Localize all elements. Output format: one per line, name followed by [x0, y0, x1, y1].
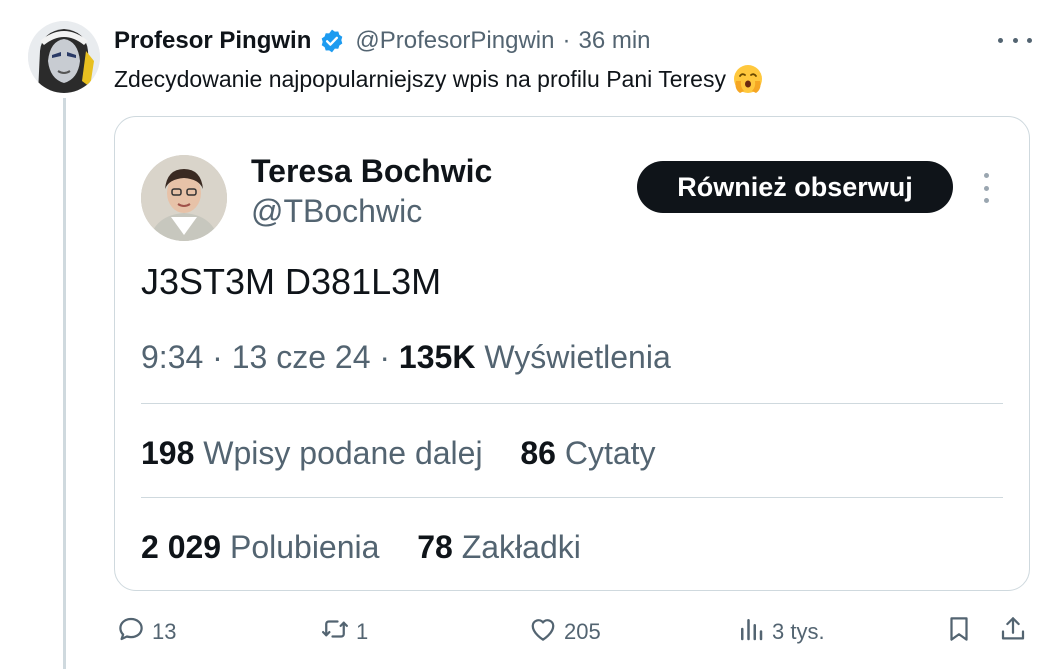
reply-icon — [116, 614, 146, 650]
more-icon[interactable] — [981, 173, 991, 203]
bookmarks-stat[interactable]: 78 Zakładki — [417, 529, 581, 565]
post-text: Zdecydowanie najpopularniejszy wpis na p… — [114, 64, 764, 94]
views-count: 3 tys. — [772, 619, 825, 644]
like-button[interactable]: 205 — [528, 612, 601, 652]
bookmark-icon — [944, 614, 974, 650]
quoted-time[interactable]: 9:34 — [141, 339, 203, 375]
retweet-button[interactable]: 1 — [320, 612, 368, 652]
likes-stat[interactable]: 2 029 Polubienia — [141, 529, 379, 565]
reposts-count: 198 — [141, 435, 195, 471]
quoted-author-name[interactable]: Teresa Bochwic — [251, 153, 492, 190]
action-bar: 13 1 205 3 tys. — [0, 612, 1056, 652]
more-dot — [983, 173, 989, 178]
retweet-count: 1 — [356, 619, 369, 644]
bookmarks-count: 78 — [417, 529, 453, 565]
likes-count: 2 029 — [141, 529, 222, 565]
views-button[interactable]: 3 tys. — [736, 612, 825, 652]
post-header: Profesor Pingwin @ProfesorPingwin · 36 m… — [114, 24, 651, 58]
quoted-tweet-meta: 9:34 · 13 cze 24 · 135K Wyświetlenia — [141, 339, 671, 376]
quoted-author-avatar[interactable] — [141, 155, 227, 241]
quoted-date[interactable]: 13 cze 24 — [232, 339, 371, 375]
divider — [141, 497, 1003, 498]
quotes-stat[interactable]: 86 Cytaty — [520, 435, 655, 471]
stats-row-likes: 2 029 Polubienia 78 Zakładki — [141, 529, 581, 566]
more-dot — [998, 37, 1003, 43]
thread-line — [63, 98, 66, 669]
like-count: 205 — [564, 619, 601, 644]
share-icon — [998, 614, 1028, 650]
views-icon — [736, 614, 766, 650]
more-dot — [983, 198, 989, 203]
reply-button[interactable]: 13 — [116, 612, 176, 652]
emoji-icon — [732, 63, 764, 95]
verified-icon — [319, 28, 345, 54]
quotes-count: 86 — [520, 435, 556, 471]
more-dot — [1012, 37, 1018, 43]
quoted-tweet-card[interactable]: Teresa Bochwic @TBochwic Również obserwu… — [114, 116, 1030, 591]
post-time[interactable]: 36 min — [578, 27, 650, 55]
retweet-icon — [320, 614, 350, 650]
like-icon — [528, 614, 558, 650]
bookmarks-label: Zakładki — [461, 529, 581, 565]
reposts-stat[interactable]: 198 Wpisy podane dalej — [141, 435, 483, 471]
separator-dot: · — [212, 339, 223, 375]
quoted-views-count: 135K — [398, 339, 476, 375]
quoted-tweet-text: J3ST3M D381L3M — [141, 261, 442, 302]
separator-dot: · — [379, 339, 391, 375]
more-dot — [983, 185, 989, 191]
author-handle[interactable]: @ProfesorPingwin — [355, 27, 554, 55]
share-button[interactable] — [998, 612, 1028, 652]
quoted-author-handle[interactable]: @TBochwic — [251, 193, 422, 230]
post-text-content: Zdecydowanie najpopularniejszy wpis na p… — [114, 65, 726, 92]
author-name[interactable]: Profesor Pingwin — [114, 27, 311, 55]
author-avatar[interactable] — [28, 21, 100, 93]
reposts-label: Wpisy podane dalej — [203, 435, 483, 471]
quotes-label: Cytaty — [564, 435, 656, 471]
reply-count: 13 — [152, 619, 177, 644]
more-icon[interactable] — [998, 28, 1032, 52]
follow-button[interactable]: Również obserwuj — [637, 161, 953, 213]
separator-dot: · — [562, 27, 571, 54]
more-dot — [1027, 37, 1032, 43]
tweet-container: Profesor Pingwin @ProfesorPingwin · 36 m… — [0, 0, 1056, 669]
stats-row-reposts: 198 Wpisy podane dalej 86 Cytaty — [141, 435, 656, 472]
divider — [141, 403, 1003, 404]
bookmark-button[interactable] — [944, 612, 974, 652]
quoted-views-label: Wyświetlenia — [484, 339, 671, 375]
likes-label: Polubienia — [229, 529, 380, 565]
